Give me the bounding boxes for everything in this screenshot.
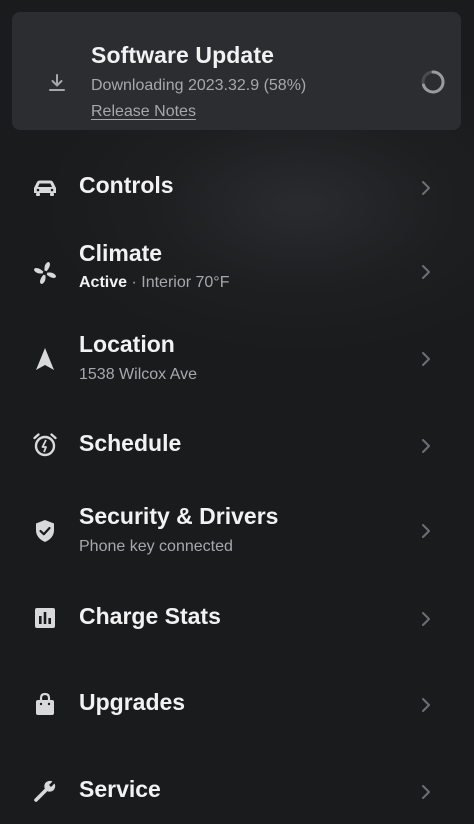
menu-item-title: Climate [79,240,163,266]
menu-item-title: Upgrades [79,689,186,715]
chevron-right-icon [419,609,433,629]
menu-item-service[interactable]: Service [0,764,474,818]
menu-item-title: Controls [79,172,174,198]
chevron-right-icon [419,262,433,282]
menu-item-upgrades[interactable]: Upgrades [0,677,474,731]
menu-item-location[interactable]: Location 1538 Wilcox Ave [0,325,474,397]
climate-interior-temp: · Interior 70°F [127,274,230,291]
chevron-right-icon [419,521,433,541]
location-address: 1538 Wilcox Ave [79,366,197,383]
chevron-right-icon [419,436,433,456]
chevron-right-icon [419,349,433,369]
alarm-clock-icon [31,431,59,459]
chevron-right-icon [419,782,433,802]
software-update-title: Software Update [91,42,274,68]
menu-item-title: Location [79,331,175,357]
menu-item-title: Charge Stats [79,603,221,629]
menu-item-schedule[interactable]: Schedule [0,418,474,472]
download-status: Downloading 2023.32.9 (58%) [91,77,307,94]
climate-status: Active · Interior 70°F [79,274,229,292]
fan-icon [31,259,59,287]
download-icon [46,72,68,94]
car-icon [31,173,59,201]
app-screen: Software Update Downloading 2023.32.9 (5… [0,0,474,824]
menu-item-charge-stats[interactable]: Charge Stats [0,591,474,645]
menu-item-title: Service [79,776,161,802]
menu-item-security-drivers[interactable]: Security & Drivers Phone key connected [0,497,474,569]
menu-item-title: Schedule [79,430,182,456]
loading-spinner-icon [420,69,446,95]
release-notes-link[interactable]: Release Notes [91,103,196,121]
phone-key-status: Phone key connected [79,538,233,555]
bar-chart-icon [31,604,59,632]
shopping-bag-icon [31,690,59,718]
wrench-icon [31,777,59,805]
menu-item-climate[interactable]: Climate Active · Interior 70°F [0,236,474,308]
menu-item-title: Security & Drivers [79,503,279,529]
chevron-right-icon [419,178,433,198]
software-update-card[interactable]: Software Update Downloading 2023.32.9 (5… [12,12,461,130]
menu-item-controls[interactable]: Controls [0,160,474,214]
navigation-arrow-icon [31,345,59,373]
shield-icon [31,517,59,545]
chevron-right-icon [419,695,433,715]
climate-active-label: Active [79,274,128,291]
